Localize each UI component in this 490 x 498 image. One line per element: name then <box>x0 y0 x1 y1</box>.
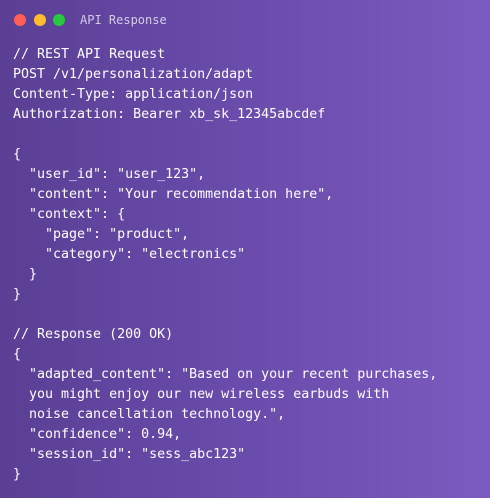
code-line: "confidence": 0.94, <box>13 427 182 442</box>
code-window: API Response // REST API Request POST /v… <box>0 0 490 498</box>
code-line: // Response (200 OK) <box>13 327 174 342</box>
code-line: POST /v1/personalization/adapt <box>13 67 254 82</box>
code-line: noise cancellation technology.", <box>13 407 286 422</box>
code-line: "category": "electronics" <box>13 247 246 262</box>
window-titlebar: API Response <box>0 0 490 40</box>
code-line: } <box>13 267 38 282</box>
code-line: Content-Type: application/json <box>13 87 254 102</box>
code-line: { <box>13 147 22 162</box>
code-line: "user_id": "user_123", <box>13 167 206 182</box>
window-title: API Response <box>80 13 167 27</box>
code-line: Authorization: Bearer xb_sk_12345abcdef <box>13 107 326 122</box>
code-line: "adapted_content": "Based on your recent… <box>13 367 438 382</box>
code-line: "content": "Your recommendation here", <box>13 187 334 202</box>
close-window-button[interactable] <box>14 14 26 26</box>
code-line: "session_id": "sess_abc123" <box>13 447 246 462</box>
code-line: you might enjoy our new wireless earbuds… <box>13 387 390 402</box>
code-block: // REST API Request POST /v1/personaliza… <box>13 45 483 485</box>
code-line: // REST API Request <box>13 47 166 62</box>
code-line: { <box>13 347 22 362</box>
minimize-window-button[interactable] <box>34 14 46 26</box>
code-line: } <box>13 467 22 482</box>
code-line: "page": "product", <box>13 227 190 242</box>
maximize-window-button[interactable] <box>53 14 65 26</box>
code-line: "context": { <box>13 207 126 222</box>
code-line: } <box>13 287 22 302</box>
